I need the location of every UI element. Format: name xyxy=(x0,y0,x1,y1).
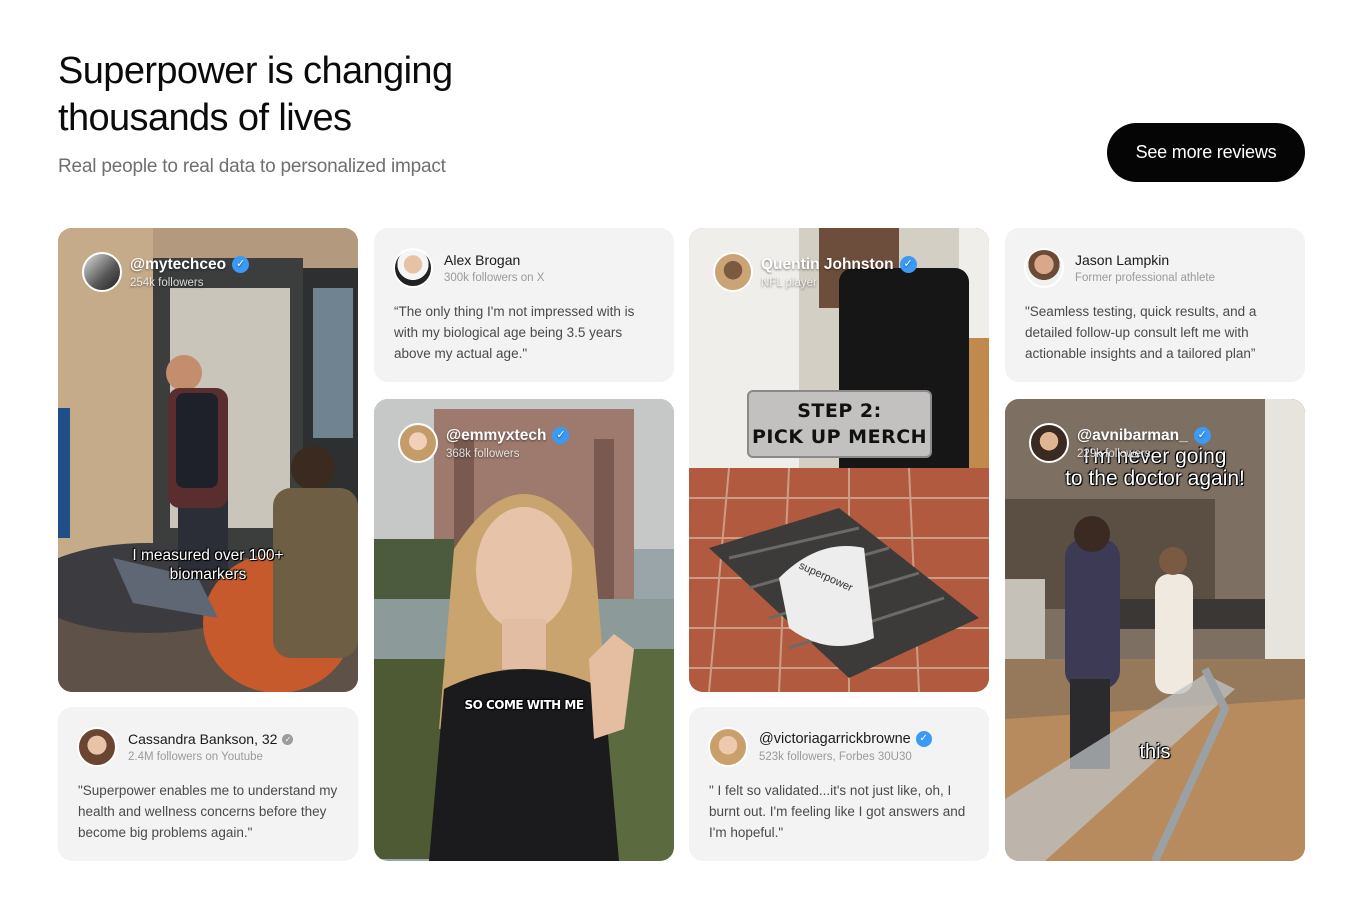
step-sign: STEP 2: PICK UP MERCH xyxy=(747,390,932,458)
reviewer-name: Cassandra Bankson, 32 xyxy=(128,731,278,747)
video-thumbnail-park xyxy=(374,399,674,861)
see-more-reviews-button[interactable]: See more reviews xyxy=(1107,123,1305,182)
video-header: Quentin Johnston ✓ NFL player xyxy=(713,252,917,292)
review-card-victoria: @victoriagarrickbrowne ✓ 523k followers, … xyxy=(689,707,989,861)
avatar xyxy=(1029,423,1069,463)
review-quote: " I felt so validated...it's not just li… xyxy=(709,783,966,840)
video-header: @emmyxtech ✓ 368k followers xyxy=(398,423,570,463)
video-header: @avnibarman_ ✓ 229k followers xyxy=(1029,423,1211,463)
review-card-cassandra: Cassandra Bankson, 32 ✓ 2.4M followers on… xyxy=(58,707,358,861)
page-title: Superpower is changing thousands of live… xyxy=(58,48,578,142)
review-card-jason-lampkin: Jason Lampkin Former professional athlet… xyxy=(1005,228,1305,382)
avatar xyxy=(393,248,433,288)
follower-count: 368k followers xyxy=(446,447,520,460)
video-handle: @avnibarman_ xyxy=(1077,426,1188,444)
follower-count: 254k followers xyxy=(130,276,204,289)
step-sign-line-1: STEP 2: xyxy=(797,400,882,422)
reviewer-meta: 523k followers, Forbes 30U30 xyxy=(759,751,912,763)
page-title-line-1: Superpower is changing xyxy=(58,50,453,92)
avatar xyxy=(77,727,117,767)
review-card-alex-brogan: Alex Brogan 300k followers on X “The onl… xyxy=(374,228,674,382)
follower-count: 229k followers xyxy=(1077,447,1151,460)
video-caption-line-2: biomarkers xyxy=(169,566,247,583)
verified-badge-icon: ✓ xyxy=(899,256,917,273)
avatar xyxy=(713,252,753,292)
page-subtitle: Real people to real data to personalized… xyxy=(58,156,446,177)
video-thumbnail-office xyxy=(58,228,358,692)
reviewer-meta: 2.4M followers on Youtube xyxy=(128,751,263,763)
video-caption: I measured over 100+ biomarkers xyxy=(58,546,358,584)
reviewer-name: Alex Brogan xyxy=(444,252,521,268)
video-handle: Quentin Johnston xyxy=(761,255,894,273)
page-title-line-2: thousands of lives xyxy=(58,97,352,139)
reviewer-name: @victoriagarrickbrowne xyxy=(759,731,911,747)
reviewer-meta: 300k followers on X xyxy=(444,272,545,284)
review-quote: “The only thing I'm not impressed with i… xyxy=(394,304,635,361)
verified-badge-icon: ✓ xyxy=(232,256,250,273)
reviewer-meta: Former professional athlete xyxy=(1075,272,1215,284)
review-quote: "Seamless testing, quick results, and a … xyxy=(1025,304,1257,361)
avatar xyxy=(82,252,122,292)
avatar xyxy=(708,727,748,767)
video-subtitle: NFL player xyxy=(761,276,817,289)
video-caption-bottom: this xyxy=(1139,741,1171,763)
video-caption-line-2: to the doctor again! xyxy=(1065,467,1245,490)
verified-badge-icon: ✓ xyxy=(1193,427,1211,444)
verified-badge-icon: ✓ xyxy=(915,731,932,747)
verified-badge-icon: ✓ xyxy=(282,733,294,745)
review-quote: "Superpower enables me to understand my … xyxy=(78,783,338,840)
video-card-quentin-johnston[interactable]: Quentin Johnston ✓ NFL player STEP 2: PIC… xyxy=(689,228,989,692)
video-handle: @emmyxtech xyxy=(446,426,547,444)
video-handle: @mytechceo xyxy=(130,255,227,273)
reviewer-name: Jason Lampkin xyxy=(1075,252,1170,268)
video-header: @mytechceo ✓ 254k followers xyxy=(82,252,250,292)
avatar xyxy=(398,423,438,463)
video-caption: SO COME WITH ME xyxy=(464,698,584,712)
video-card-emmyxtech[interactable]: @emmyxtech ✓ 368k followers SO COME WITH … xyxy=(374,399,674,861)
verified-badge-icon: ✓ xyxy=(552,427,570,444)
video-card-avnibarman[interactable]: @avnibarman_ ✓ 229k followers I'm never g… xyxy=(1005,399,1305,861)
video-card-mytechceo[interactable]: @mytechceo ✓ 254k followers I measured ov… xyxy=(58,228,358,692)
step-sign-line-2: PICK UP MERCH xyxy=(751,426,928,448)
avatar xyxy=(1024,248,1064,288)
video-thumbnail-doorstep xyxy=(689,228,989,692)
video-caption-line-1: I measured over 100+ xyxy=(132,547,284,564)
